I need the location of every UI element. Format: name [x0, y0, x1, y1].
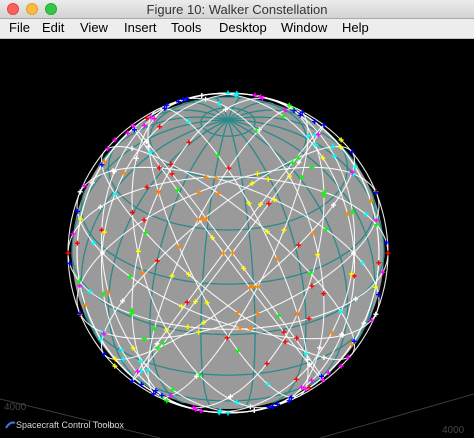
figure-window: Figure 10: Walker Constellation File Edi…	[0, 0, 474, 438]
toolbox-logo-text: Spacecraft Control Toolbox	[16, 420, 124, 430]
menu-desktop[interactable]: Desktop	[219, 20, 267, 35]
toolbox-logo: Spacecraft Control Toolbox	[5, 420, 124, 430]
menu-edit[interactable]: Edit	[42, 20, 64, 35]
menu-file[interactable]: File	[9, 20, 30, 35]
menu-window[interactable]: Window	[281, 20, 327, 35]
menu-tools[interactable]: Tools	[171, 20, 201, 35]
title-bar[interactable]: Figure 10: Walker Constellation	[0, 0, 474, 19]
planet-sphere	[71, 96, 385, 409]
menu-help[interactable]: Help	[342, 20, 369, 35]
menu-bar: File Edit View Insert Tools Desktop Wind…	[0, 19, 474, 39]
axis-tick-right: 4000	[442, 425, 465, 436]
menu-view[interactable]: View	[80, 20, 108, 35]
menu-insert[interactable]: Insert	[124, 20, 157, 35]
axis-tick-left: 4000	[4, 402, 27, 413]
window-title: Figure 10: Walker Constellation	[146, 2, 328, 17]
toolbox-logo-icon	[5, 421, 16, 429]
constellation-plot[interactable]	[0, 39, 474, 438]
